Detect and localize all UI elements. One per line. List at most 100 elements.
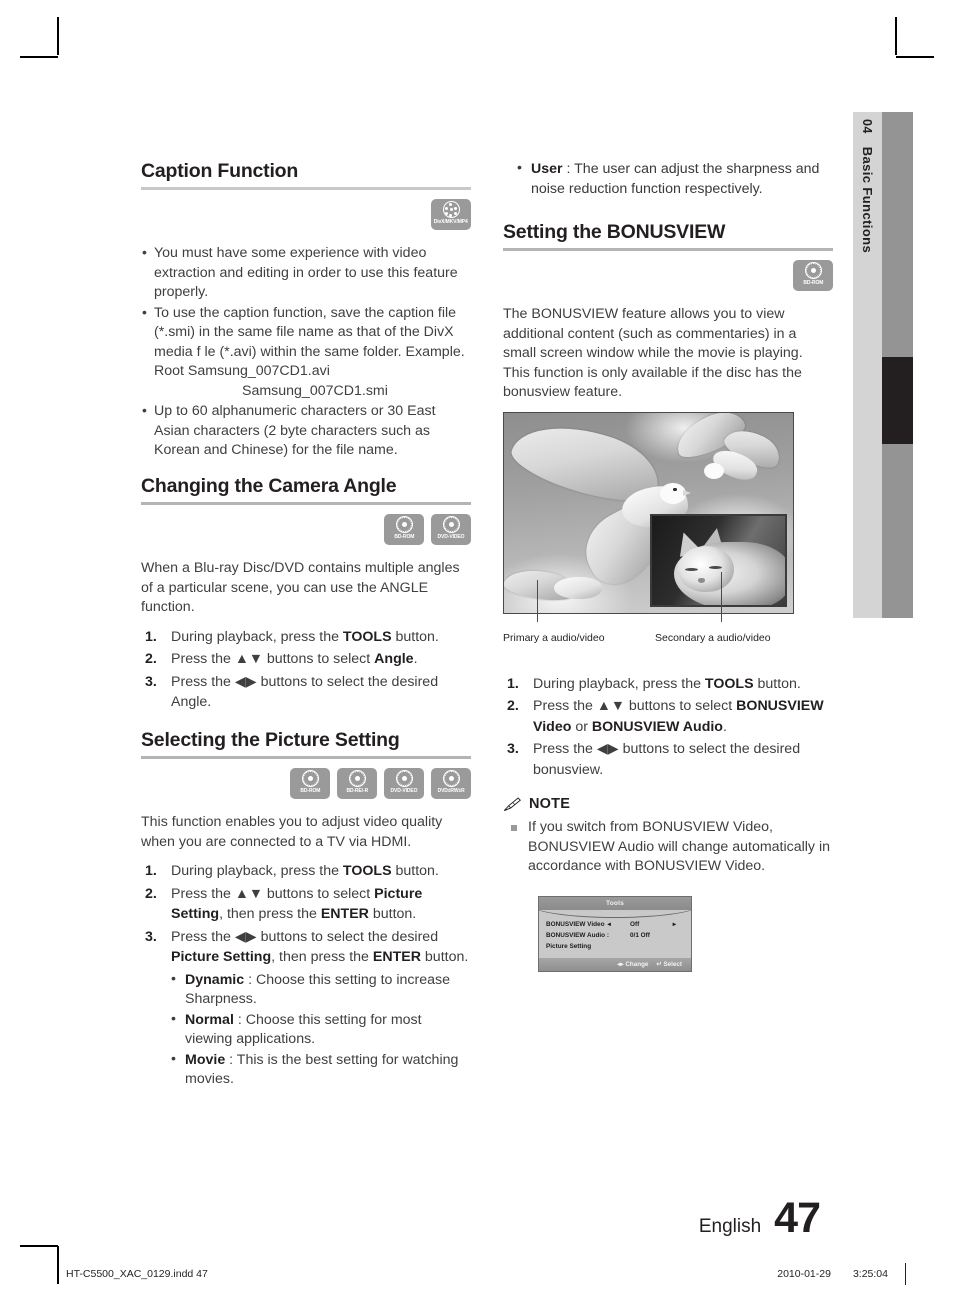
list-item: During playback, press the TOOLS button.	[145, 861, 439, 881]
list-item: Normal : Choose this setting for most vi…	[171, 1010, 471, 1050]
seagull-partial	[504, 563, 614, 613]
list-item: You must have some experience with video…	[141, 243, 471, 303]
caption-bullet-list: You must have some experience with video…	[141, 243, 471, 461]
disc-icon-row-picture-setting: BD-ROM BD-RE/-R DVD-VIDEO DVD±RW±R	[141, 768, 471, 800]
crop-mark-top-right-vertical	[895, 17, 897, 55]
print-date: 2010-01-29	[777, 1268, 831, 1280]
dvd-rw-r-icon: DVD±RW±R	[431, 768, 471, 800]
bd-rom-icon: BD-ROM	[384, 514, 424, 546]
note-list: If you switch from BONUSVIEW Video, BONU…	[503, 818, 833, 877]
user-option-list: User : The user can adjust the sharpness…	[517, 159, 833, 199]
heading-rule	[141, 756, 471, 760]
bd-rom-icon: BD-ROM	[290, 768, 330, 800]
heading-rule	[503, 248, 833, 252]
side-tab-chapter-marker	[882, 357, 913, 444]
note-block: NOTE If you switch from BONUSVIEW Video,…	[503, 796, 833, 877]
cat-eye-left	[685, 567, 698, 571]
manual-page: 04 Basic Functions Caption Function DivX…	[0, 0, 954, 1307]
heading-rule	[141, 502, 471, 506]
osd-menu-wave-divider	[539, 909, 691, 919]
icon-label: BD-RE/-R	[346, 788, 368, 795]
crop-mark-top-right-horizontal	[896, 56, 934, 58]
heading-bonusview: Setting the BONUSVIEW	[503, 221, 726, 243]
list-item: Movie : This is the best setting for wat…	[171, 1050, 471, 1090]
list-item: Press the ▲▼ buttons to select BONUSVIEW…	[507, 696, 824, 735]
icon-label: DVD-VIDEO	[437, 534, 465, 541]
bonusview-pip-window	[650, 513, 787, 607]
caption-indent-line: Samsung_007CD1.smi	[242, 382, 388, 399]
right-column: User : The user can adjust the sharpness…	[503, 159, 833, 972]
crop-mark-bottom-left-vertical	[57, 1246, 59, 1284]
osd-row-label: BONUSVIEW Video	[546, 920, 605, 928]
list-item: Press the ▲▼ buttons to select Picture S…	[145, 884, 423, 923]
osd-row-value: 0/1 Off	[630, 931, 650, 939]
osd-row-picture-setting[interactable]: Picture Setting	[546, 941, 684, 952]
caption-primary: Primary a audio/video	[503, 631, 605, 644]
icon-label: DVD±RW±R	[437, 788, 465, 795]
figure-captions: Primary a audio/video Secondary a audio/…	[503, 632, 795, 650]
camera-angle-steps: During playback, press the TOOLS button.…	[141, 627, 471, 713]
note-title: NOTE	[529, 796, 571, 813]
list-item: Dynamic : Choose this setting to increas…	[171, 970, 471, 1010]
side-tab-text: 04 Basic Functions	[853, 112, 882, 618]
osd-arrow-left-icon[interactable]: ◂	[607, 920, 610, 928]
chapter-side-tab: 04 Basic Functions	[853, 112, 913, 618]
disc-icon-row-camera-angle: BD-ROM DVD-VIDEO	[141, 514, 471, 546]
list-item: Press the ◀▶ buttons to select the desir…	[507, 739, 801, 778]
left-column: Caption Function DivX/MKV/MP4 • You must…	[141, 160, 471, 1098]
list-item: During playback, press the TOOLS button.	[145, 627, 439, 647]
icon-label: BD-ROM	[803, 280, 823, 287]
list-item: To use the caption function, save the ca…	[141, 303, 471, 402]
heading-rule	[141, 187, 471, 191]
osd-row-label: BONUSVIEW Audio :	[546, 931, 609, 939]
list-item: User : The user can adjust the sharpness…	[517, 159, 833, 199]
page-number-block: English 47	[699, 1194, 821, 1243]
osd-row-bonusview-audio[interactable]: BONUSVIEW Audio : 0/1 Off	[546, 930, 684, 941]
heading-picture-setting: Selecting the Picture Setting	[141, 728, 400, 751]
osd-arrow-right-icon[interactable]: ▸	[673, 920, 676, 928]
dvd-video-icon: DVD-VIDEO	[384, 768, 424, 800]
print-time: 3:25:04	[852, 1268, 888, 1280]
camera-angle-intro: When a Blu-ray Disc/DVD contains multipl…	[141, 560, 460, 616]
divx-icon-label: DivX/MKV/MP4	[433, 219, 468, 226]
print-footer: HT-C5500_XAC_0129.indd 47 2010-01-29 3:2…	[66, 1263, 906, 1285]
disc-icon-row-bonusview: BD-ROM	[503, 260, 833, 292]
osd-row-bonusview-video[interactable]: BONUSVIEW Video ◂ Off ▸	[546, 919, 684, 930]
seagull-secondary	[670, 412, 792, 505]
leader-line-secondary	[721, 571, 722, 622]
section-bonusview: Setting the BONUSVIEW BD-ROM The BONUSVI…	[503, 221, 833, 780]
bonusview-figure: Primary a audio/video Secondary a audio/…	[503, 411, 833, 650]
osd-tools-menu: Tools BONUSVIEW Video ◂ Off ▸ BONUSVIEW …	[538, 895, 692, 972]
bonusview-intro: The BONUSVIEW feature allows you to view…	[503, 306, 803, 401]
footer-rule	[905, 1263, 906, 1285]
list-item: Press the ▲▼ buttons to select Angle.	[145, 649, 418, 669]
divx-mkv-mp4-icon: DivX/MKV/MP4	[431, 199, 471, 231]
chapter-title: Basic Functions	[860, 146, 875, 254]
list-item: If you switch from BONUSVIEW Video, BONU…	[503, 818, 833, 877]
bd-re-r-icon: BD-RE/-R	[337, 768, 377, 800]
bonusview-photo	[503, 411, 794, 614]
osd-row-label: Picture Setting	[546, 942, 592, 950]
picture-setting-steps: During playback, press the TOOLS button.…	[141, 861, 471, 1090]
list-item: During playback, press the TOOLS button.	[507, 674, 801, 694]
icon-label: DVD-VIDEO	[390, 788, 418, 795]
osd-menu-body: BONUSVIEW Video ◂ Off ▸ BONUSVIEW Audio …	[539, 918, 691, 958]
section-caption-function: Caption Function DivX/MKV/MP4 • You must…	[141, 160, 471, 461]
picture-setting-intro: This function enables you to adjust vide…	[141, 814, 443, 850]
picture-setting-options: Dynamic : Choose this setting to increas…	[171, 970, 471, 1090]
section-picture-setting: Selecting the Picture Setting BD-ROM BD-…	[141, 729, 471, 1090]
crop-mark-bottom-left-horizontal	[20, 1245, 58, 1247]
disc-icon-row-caption: DivX/MKV/MP4	[141, 199, 471, 231]
heading-camera-angle: Changing the Camera Angle	[141, 474, 397, 497]
bonusview-steps: During playback, press the TOOLS button.…	[503, 674, 833, 781]
list-item: Press the ◀▶ buttons to select the desir…	[145, 672, 439, 711]
section-camera-angle: Changing the Camera Angle BD-ROM DVD-VID…	[141, 475, 471, 713]
cat-nose	[698, 577, 705, 583]
pencil-icon	[503, 797, 521, 811]
note-header: NOTE	[503, 796, 833, 812]
osd-footer-change: ◂▸ Change	[617, 960, 649, 968]
cat-eye-right	[709, 565, 722, 569]
bd-rom-icon: BD-ROM	[793, 260, 833, 292]
osd-row-value: Off	[630, 920, 640, 928]
page-number: 47	[774, 1194, 821, 1242]
